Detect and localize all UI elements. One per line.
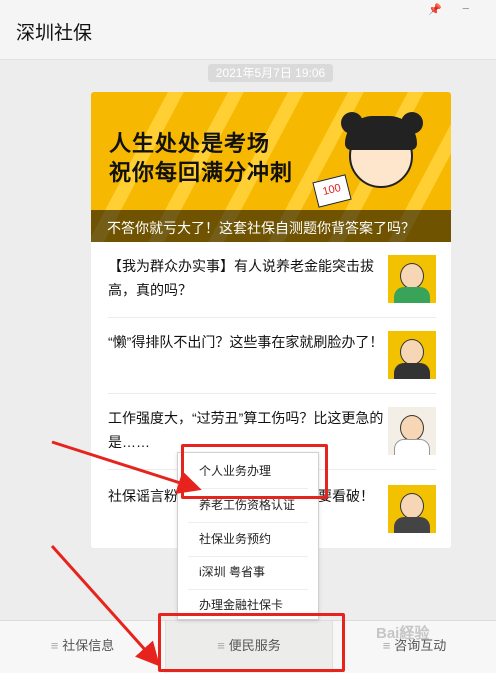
convenience-services-submenu: 个人业务办理 养老工伤资格认证 社保业务预约 i深圳 粤省事 办理金融社保卡 — [177, 452, 319, 620]
article-thumbnail — [388, 331, 436, 379]
article-item-title: 工作强度大，“过劳丑”算工伤吗？比这更急的是…… — [108, 410, 384, 450]
account-title: 深圳社保 — [16, 23, 93, 44]
article-item-title: 【我为群众办实事】有人说养老金能突击拔高，真的吗？ — [108, 258, 374, 298]
title-bar: 深圳社保 📌 − — [0, 0, 496, 60]
article-banner[interactable]: 人生处处是考场 祝你每回满分冲刺 100 不答你就亏大了！这套社保自测题你背答案… — [91, 92, 451, 242]
article-thumbnail — [388, 407, 436, 455]
close-icon[interactable]: − — [462, 1, 470, 16]
menu-lines-icon: ≡ — [50, 638, 59, 653]
article-thumbnail — [388, 255, 436, 303]
article-item-title: “懒”得排队不出门？这些事在家就刷脸办了！ — [108, 334, 384, 350]
submenu-item-personal-business[interactable]: 个人业务办理 — [178, 455, 318, 488]
submenu-item-appointment[interactable]: 社保业务预约 — [178, 523, 318, 556]
banner-slogan-line1: 人生处处是考场 — [109, 132, 271, 157]
article-item[interactable]: “懒”得排队不出门？这些事在家就刷脸办了！ — [91, 318, 451, 394]
menu-tab-label: 便民服务 — [228, 638, 281, 653]
message-timestamp: 2021年5月7日 19:06 — [208, 64, 333, 82]
pin-icon[interactable]: 📌 — [428, 3, 442, 16]
banner-caption[interactable]: 不答你就亏大了！这套社保自测题你背答案了吗？ — [107, 218, 415, 238]
menu-tab-convenience-services[interactable]: ≡ 便民服务 — [165, 621, 333, 673]
menu-tab-social-security-info[interactable]: ≡ 社保信息 — [0, 621, 165, 673]
submenu-item-financial-card[interactable]: 办理金融社保卡 — [178, 589, 318, 622]
article-item[interactable]: 【我为群众办实事】有人说养老金能突击拔高，真的吗？ — [91, 242, 451, 318]
menu-lines-icon: ≡ — [217, 638, 225, 653]
submenu-item-pension-qualification[interactable]: 养老工伤资格认证 — [178, 489, 318, 522]
submenu-item-ishenzhen[interactable]: i深圳 粤省事 — [178, 556, 318, 589]
menu-tab-label: 社保信息 — [62, 638, 115, 653]
watermark: Bai経验 — [376, 625, 430, 642]
article-thumbnail — [388, 485, 436, 533]
